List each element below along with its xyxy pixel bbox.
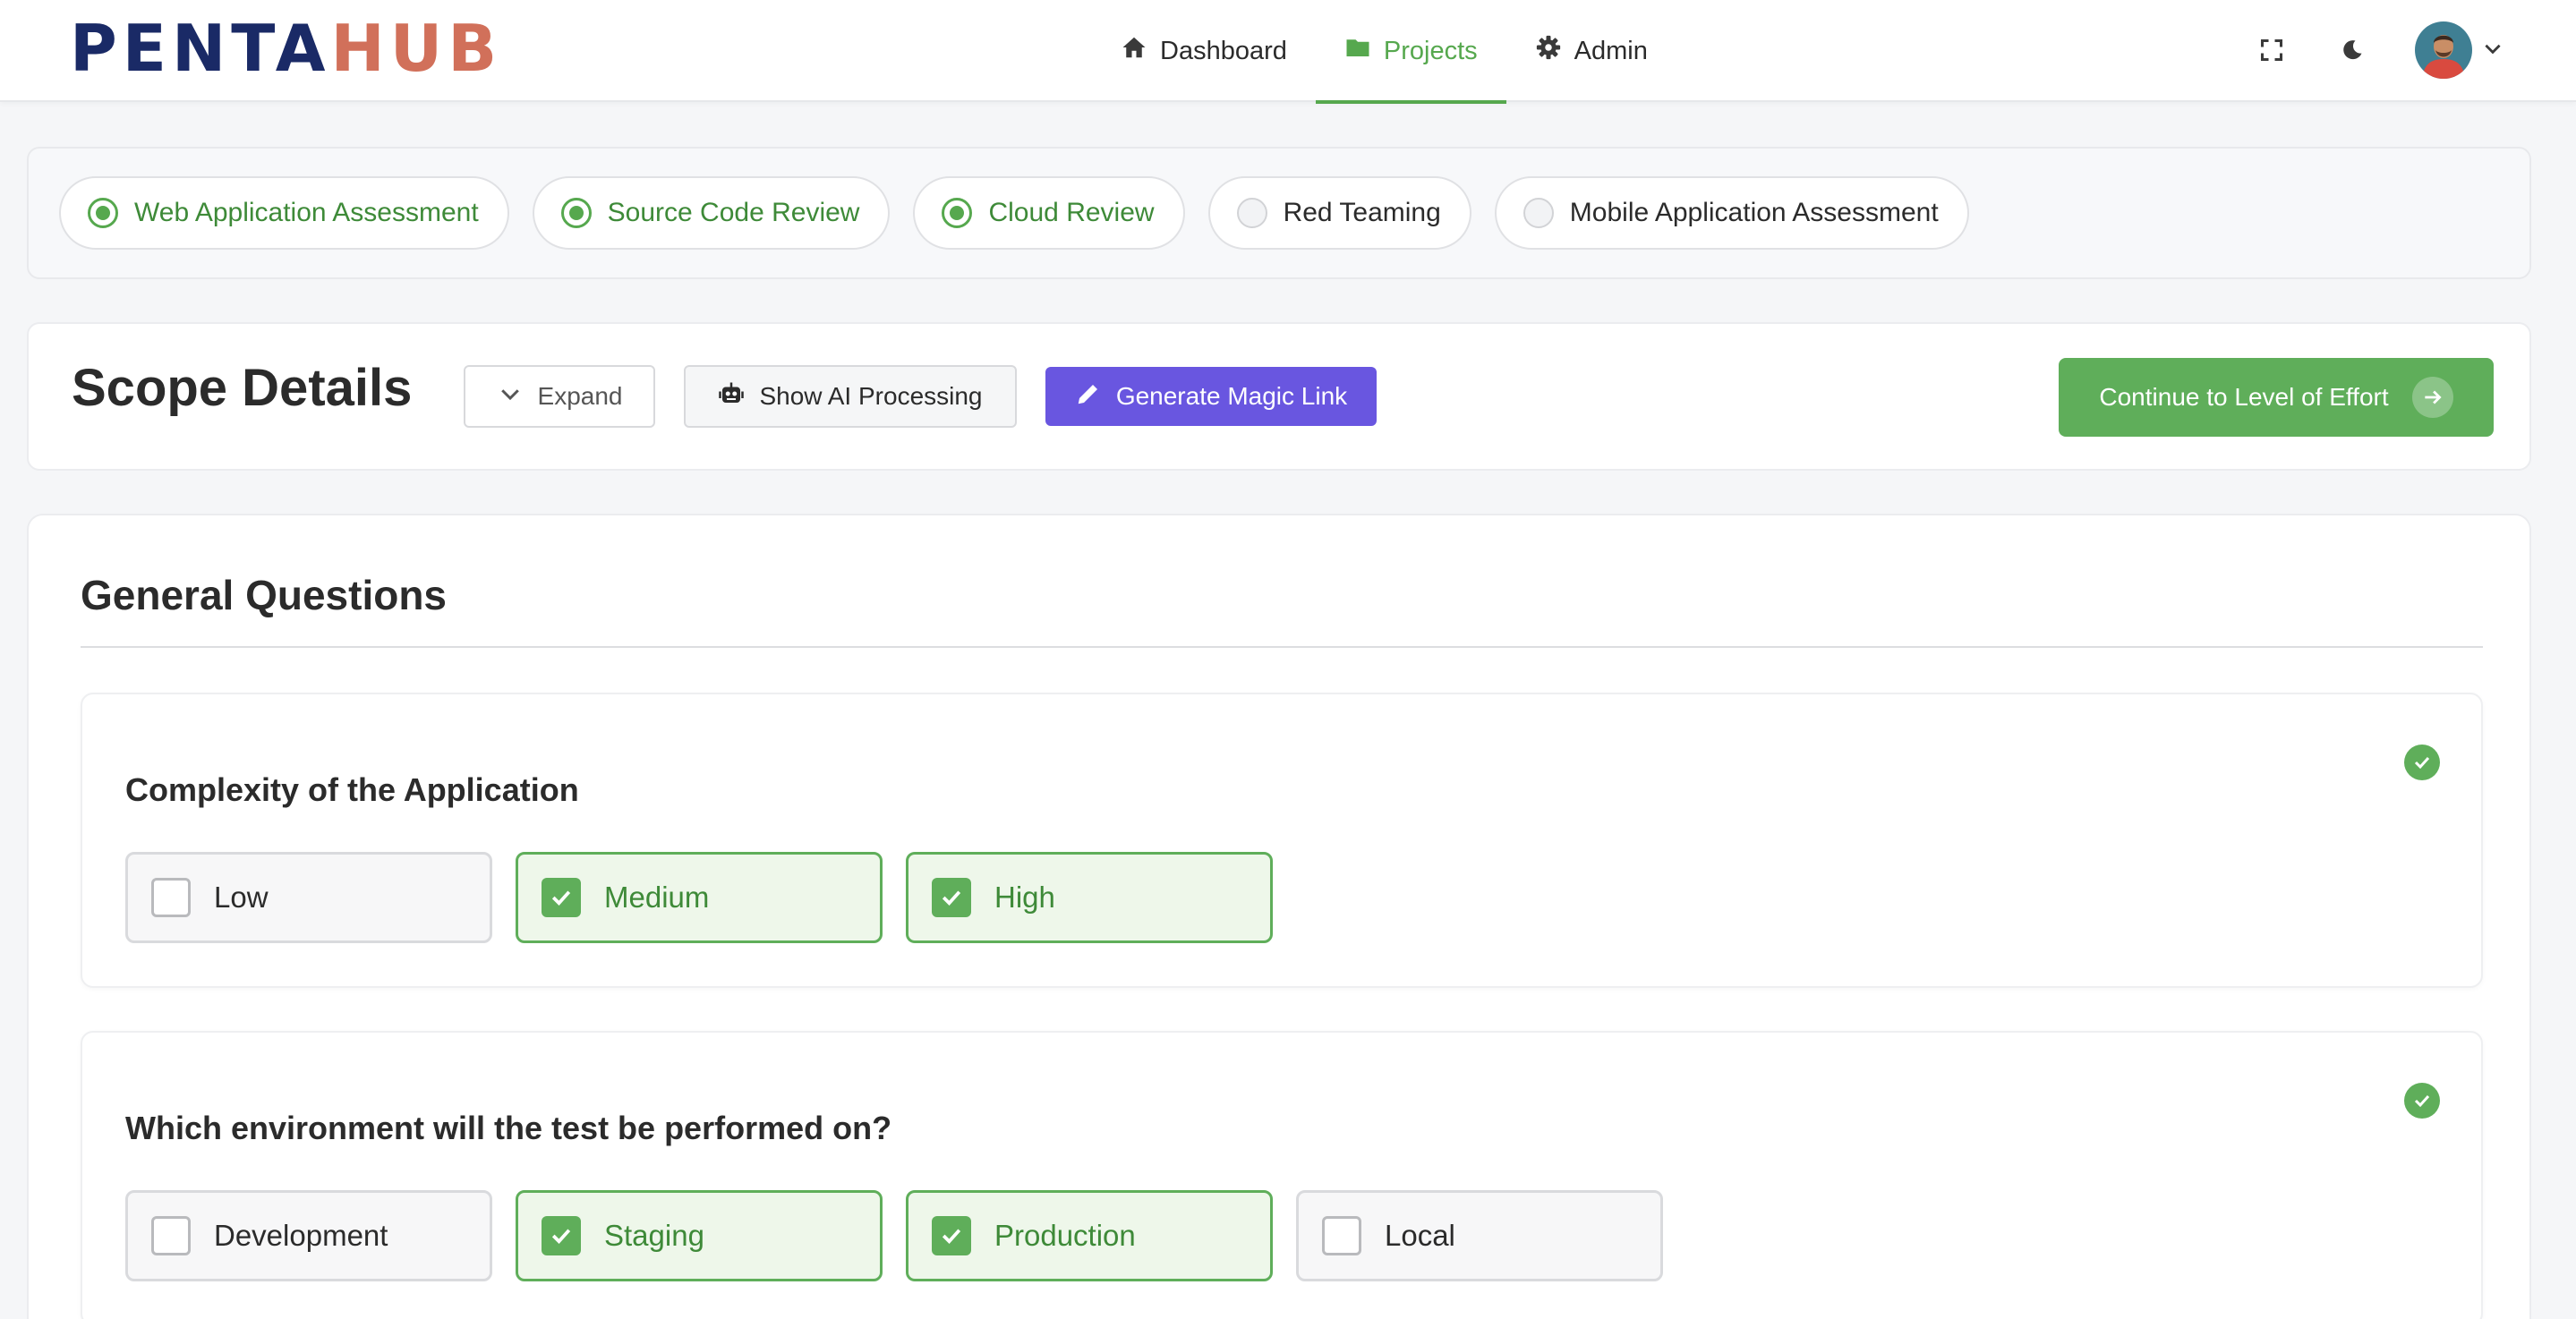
option-low[interactable]: Low <box>125 852 492 943</box>
checkbox-icon <box>1322 1216 1361 1255</box>
service-web-application-assessment[interactable]: Web Application Assessment <box>59 176 509 250</box>
option-label: High <box>994 881 1055 914</box>
user-menu[interactable] <box>2415 21 2504 79</box>
show-ai-processing-button[interactable]: Show AI Processing <box>684 365 1017 428</box>
option-label: Staging <box>604 1219 704 1252</box>
service-label: Web Application Assessment <box>134 198 479 227</box>
radio-empty-icon <box>1236 198 1267 228</box>
magic-link-label: Generate Magic Link <box>1115 382 1348 410</box>
service-selector: Web Application Assessment Source Code R… <box>27 147 2531 279</box>
user-avatar[interactable] <box>2415 21 2472 79</box>
chevron-down-icon <box>497 380 524 413</box>
service-label: Mobile Application Assessment <box>1569 198 1939 227</box>
generate-magic-link-button[interactable]: Generate Magic Link <box>1045 367 1377 426</box>
question-text: Complexity of the Application <box>125 771 579 808</box>
option-label: Production <box>994 1219 1136 1252</box>
question-card-environment: Which environment will the test be perfo… <box>81 1031 2483 1319</box>
answer-options: Development Staging Production Local <box>125 1190 1663 1281</box>
question-text: Which environment will the test be perfo… <box>125 1110 892 1146</box>
moon-icon[interactable] <box>2334 32 2370 68</box>
service-red-teaming[interactable]: Red Teaming <box>1207 176 1471 250</box>
arrow-right-icon <box>2411 377 2453 418</box>
continue-to-level-of-effort-button[interactable]: Continue to Level of Effort <box>2059 358 2494 437</box>
nav-label-dashboard: Dashboard <box>1160 36 1287 65</box>
nav-item-dashboard[interactable]: Dashboard <box>1092 0 1316 102</box>
question-card-complexity: Complexity of the Application Low Medium… <box>81 693 2483 988</box>
expand-label: Expand <box>537 382 623 410</box>
chevron-down-icon[interactable] <box>2481 37 2504 64</box>
page-title: Scope Details <box>72 359 413 417</box>
checkbox-icon <box>151 878 191 917</box>
option-staging[interactable]: Staging <box>516 1190 883 1281</box>
top-actions <box>2254 18 2504 82</box>
nav-item-admin[interactable]: Admin <box>1506 0 1676 102</box>
continue-label: Continue to Level of Effort <box>2099 383 2389 411</box>
pentahub-logo[interactable]: PENTA HUB <box>70 11 503 86</box>
section-title: General Questions <box>81 572 448 618</box>
option-label: Medium <box>604 881 710 914</box>
service-mobile-application-assessment[interactable]: Mobile Application Assessment <box>1494 176 1969 250</box>
check-circle-icon <box>2404 745 2440 780</box>
gear-icon <box>1535 34 1562 68</box>
logo-text-hub: HUB <box>330 11 503 86</box>
option-production[interactable]: Production <box>906 1190 1273 1281</box>
expand-button[interactable]: Expand <box>464 365 655 428</box>
service-label: Cloud Review <box>988 198 1155 227</box>
nav-label-admin: Admin <box>1574 36 1648 65</box>
ai-processing-label: Show AI Processing <box>759 382 983 410</box>
top-navbar: PENTA HUB Dashboard Projects Admin <box>0 0 2576 104</box>
radio-selected-icon <box>560 198 592 228</box>
checkbox-checked-icon <box>932 878 971 917</box>
option-label: Development <box>214 1219 388 1252</box>
option-label: Local <box>1385 1219 1455 1252</box>
logo-text-penta: PENTA <box>70 11 331 86</box>
checkbox-checked-icon <box>542 878 581 917</box>
option-medium[interactable]: Medium <box>516 852 883 943</box>
nav-item-projects[interactable]: Projects <box>1315 0 1506 104</box>
folder-icon <box>1344 34 1371 68</box>
nav-label-projects: Projects <box>1383 36 1478 65</box>
option-development[interactable]: Development <box>125 1190 492 1281</box>
main-nav: Dashboard Projects Admin <box>1092 0 1676 104</box>
option-local[interactable]: Local <box>1296 1190 1663 1281</box>
home-icon <box>1121 34 1147 68</box>
check-circle-icon <box>2404 1083 2440 1119</box>
section-divider <box>81 646 2483 648</box>
checkbox-checked-icon <box>932 1216 971 1255</box>
service-source-code-review[interactable]: Source Code Review <box>532 176 891 250</box>
radio-selected-icon <box>942 198 973 228</box>
service-label: Source Code Review <box>607 198 860 227</box>
checkbox-icon <box>151 1216 191 1255</box>
service-cloud-review[interactable]: Cloud Review <box>913 176 1185 250</box>
radio-empty-icon <box>1523 198 1554 228</box>
radio-selected-icon <box>88 198 118 228</box>
robot-icon <box>718 380 745 413</box>
answer-options: Low Medium High <box>125 852 1273 943</box>
option-high[interactable]: High <box>906 852 1273 943</box>
general-questions-section: General Questions Complexity of the Appl… <box>27 514 2531 1319</box>
checkbox-checked-icon <box>542 1216 581 1255</box>
pencil-icon <box>1075 380 1102 413</box>
scope-details-header: Scope Details Expand Show AI Processing … <box>27 322 2531 471</box>
option-label: Low <box>214 881 269 914</box>
service-label: Red Teaming <box>1283 198 1441 227</box>
fullscreen-icon[interactable] <box>2254 32 2290 68</box>
